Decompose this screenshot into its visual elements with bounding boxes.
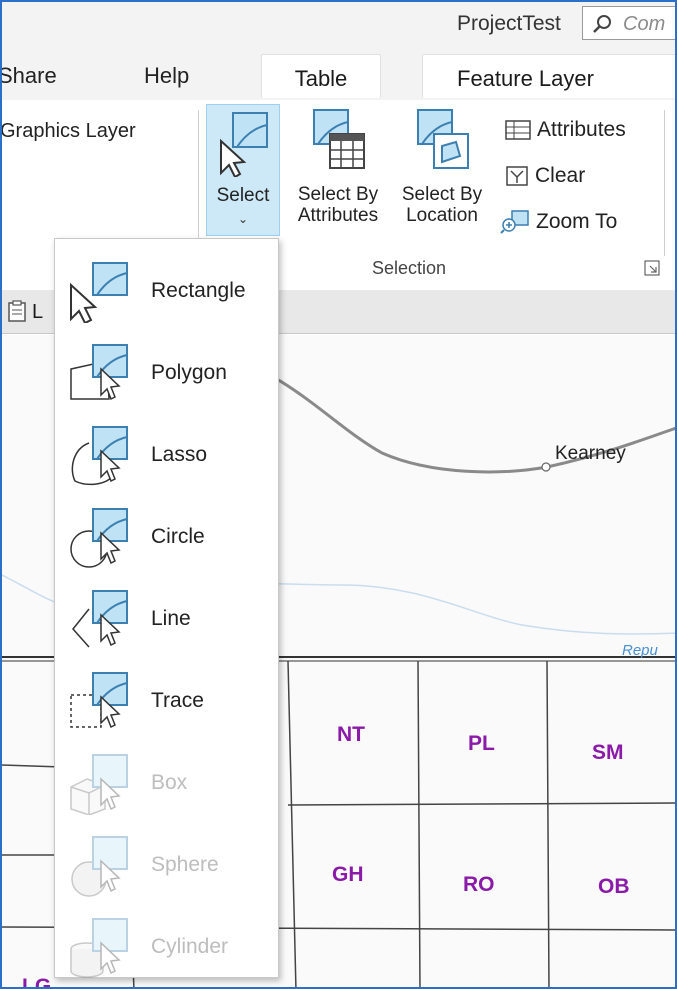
county-label: OB (598, 875, 630, 898)
zoom-to-button[interactable]: Zoom To (500, 210, 618, 235)
menu-item-trace[interactable]: Trace (55, 659, 278, 741)
river-label: Repu (622, 642, 658, 659)
select-cursor-icon (220, 112, 268, 177)
attributes-button[interactable]: Attributes (505, 118, 626, 142)
select-by-location-icon (417, 109, 469, 169)
county-label: SM (592, 741, 624, 764)
menu-item-label: Circle (151, 525, 205, 548)
menu-item-sphere[interactable]: Sphere (55, 823, 278, 905)
attributes-table-icon (505, 120, 531, 141)
menu-item-label: Sphere (151, 853, 219, 876)
layout-document-icon (8, 300, 26, 322)
select-by-location-button[interactable]: Select By Location (394, 108, 490, 226)
ribbon-divider-right (664, 110, 665, 256)
title-bar: ProjectTest Com (2, 2, 675, 50)
menu-item-polygon[interactable]: Polygon (55, 331, 278, 413)
county-label: PL (468, 732, 495, 755)
select-by-attributes-button[interactable]: Select By Attributes (286, 108, 390, 226)
zoom-to-icon (500, 210, 529, 235)
county-label: GH (332, 863, 364, 886)
select-by-location-label-1: Select By (401, 184, 483, 205)
selection-group-label: Selection (372, 258, 447, 278)
county-label: NT (337, 723, 365, 746)
app-window: ProjectTest Com Share Help Table Feature… (0, 0, 677, 989)
menu-item-label: Polygon (151, 361, 227, 384)
menu-item-circle[interactable]: Circle (55, 495, 278, 577)
view-tab-label[interactable]: L (32, 301, 43, 324)
select-by-attributes-label-1: Select By (297, 184, 379, 205)
clear-button[interactable]: Clear (505, 164, 585, 188)
tab-feature-layer-label: Feature Layer (457, 66, 594, 91)
menu-item-label: Rectangle (151, 279, 246, 302)
clear-label: Clear (535, 164, 586, 187)
county-label: LG (22, 975, 52, 989)
sphere-select-icon (71, 836, 128, 897)
county-label: RO (463, 873, 495, 896)
menu-item-label: Line (151, 607, 191, 630)
box-select-icon (70, 754, 128, 815)
select-button[interactable]: Select ⌄ (206, 104, 280, 236)
clear-selection-icon (506, 166, 528, 187)
ribbon-tabs: Share Help Table Feature Layer (2, 50, 675, 100)
line-select-icon (72, 590, 128, 648)
graphics-layer-label[interactable]: Graphics Layer (2, 120, 136, 143)
circle-select-icon (70, 508, 128, 568)
lasso-select-icon (71, 426, 128, 486)
menu-item-rectangle[interactable]: Rectangle (55, 249, 278, 331)
menu-item-line[interactable]: Line (55, 577, 278, 659)
trace-select-icon (70, 672, 128, 729)
select-button-label: Select (216, 185, 270, 206)
zoom-to-label: Zoom To (536, 210, 618, 233)
menu-item-label: Trace (151, 689, 204, 712)
menu-item-label: Lasso (151, 443, 208, 466)
tab-table[interactable]: Table (261, 54, 381, 98)
menu-item-label: Box (151, 771, 188, 794)
project-title: ProjectTest (457, 12, 561, 35)
menu-item-lasso[interactable]: Lasso (55, 413, 278, 495)
cylinder-select-icon (70, 918, 128, 978)
select-by-attributes-icon (313, 109, 365, 169)
select-tool-dropdown: Rectangle Polygon Lasso Circle Line Trac… (54, 238, 279, 978)
tab-help[interactable]: Help (144, 63, 189, 89)
city-label-kearney: Kearney (555, 443, 626, 464)
menu-item-label: Cylinder (151, 935, 229, 958)
menu-item-box[interactable]: Box (55, 741, 278, 823)
dialog-launcher-icon[interactable] (644, 260, 660, 276)
select-by-attributes-label-2: Attributes (297, 205, 379, 226)
command-search-input[interactable]: Com (582, 6, 675, 40)
tab-feature-layer[interactable]: Feature Layer (422, 54, 675, 98)
select-by-location-label-2: Location (406, 205, 478, 226)
attributes-label: Attributes (537, 118, 626, 141)
polygon-select-icon (70, 344, 128, 401)
tab-table-label: Table (294, 66, 348, 91)
chevron-down-icon: ⌄ (237, 212, 249, 226)
search-icon (593, 15, 611, 33)
menu-item-cylinder[interactable]: Cylinder (55, 905, 278, 987)
search-placeholder: Com (623, 13, 666, 35)
tab-share[interactable]: Share (2, 63, 57, 89)
ribbon-divider (198, 110, 199, 256)
rectangle-select-icon (70, 262, 128, 323)
